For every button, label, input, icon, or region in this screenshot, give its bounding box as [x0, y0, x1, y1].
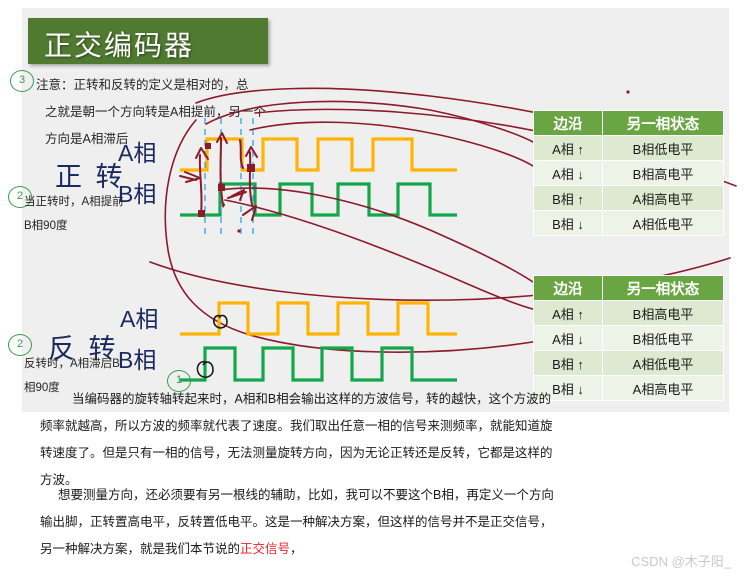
table-row: A相 ↓ B相高电平	[533, 160, 724, 186]
paragraph-1-line-3: 转速度了。但是只有一相的信号，无法测量旋转方向，因为无论正转还是反转，它都是这样…	[40, 446, 553, 460]
cell-state: A相高电平	[602, 185, 724, 211]
forward-desc-line-1: 当正转时，A相提前	[24, 196, 124, 208]
cell-edge: A相 ↑	[533, 300, 603, 326]
cell-state: B相低电平	[602, 325, 724, 351]
note-line-1: 注意：正转和反转的定义是相对的，总	[36, 78, 249, 92]
paragraph-2-line-2: 输出脚，正转置高电平，反转置低电平。这是一种解决方案，但这样的信号并不是正交信号…	[40, 515, 553, 529]
cell-edge: A相 ↑	[533, 135, 603, 161]
forward-phase-a-label: A相	[118, 140, 157, 166]
cell-state: B相低电平	[602, 135, 724, 161]
forward-desc-line-2: B相90度	[24, 220, 68, 232]
cell-edge: B相 ↑	[533, 185, 603, 211]
cell-edge: B相 ↓	[533, 210, 603, 236]
table-header-row: 边沿 另一相状态	[533, 275, 724, 301]
forward-edge-state-table: 边沿 另一相状态 A相 ↑ B相低电平 A相 ↓ B相高电平 B相 ↑ A相高电…	[533, 110, 724, 236]
slide-page: 正交编码器 3 2 2 1 注意：正转和反转的定义是相对的，总 之就是朝一个方向…	[0, 0, 747, 578]
reverse-edge-state-table: 边沿 另一相状态 A相 ↑ B相高电平 A相 ↓ B相低电平 B相 ↑ A相低电…	[533, 275, 724, 401]
slide-title: 正交编码器	[44, 30, 195, 61]
paragraph-2-line-3-tail: ，	[290, 542, 303, 556]
paragraph-1-line-2: 频率就越高，所以方波的频率就代表了速度。我们取出任意一相的信号来测频率，就能知道…	[40, 419, 553, 433]
table-row: B相 ↓ A相高电平	[533, 375, 724, 401]
reverse-phase-b-label: B相	[118, 347, 157, 373]
paragraph-2-line-1: 想要测量方向，还必须要有另一根线的辅助，比如，我可以不要这个B相，再定义一个方向	[58, 488, 554, 502]
cell-state: B相高电平	[602, 300, 724, 326]
cell-state: A相低电平	[602, 210, 724, 236]
table-header-other-phase: 另一相状态	[602, 110, 724, 136]
cell-edge: A相 ↓	[533, 325, 603, 351]
cell-edge: B相 ↑	[533, 350, 603, 376]
note-line-2: 之就是朝一个方向转是A相提前，另一个	[45, 105, 266, 119]
cell-state: B相高电平	[602, 160, 724, 186]
cell-state: A相高电平	[602, 375, 724, 401]
reverse-phase-a-label: A相	[120, 306, 159, 332]
paragraph-1-line-1: 当编码器的旋转轴转起来时，A相和B相会输出这样的方波信号，转的越快，这个方波的	[72, 392, 552, 406]
watermark: CSDN @木子阳_	[631, 554, 731, 569]
paragraph-2-line-3-text: 另一种解决方案，就是我们本节说的	[40, 542, 241, 556]
table-row: A相 ↑ B相低电平	[533, 135, 724, 161]
reverse-desc-line-2: 相90度	[24, 382, 60, 394]
cell-edge: A相 ↓	[533, 160, 603, 186]
table-row: B相 ↑ A相低电平	[533, 350, 724, 376]
table-row: B相 ↑ A相高电平	[533, 185, 724, 211]
cell-state: A相低电平	[602, 350, 724, 376]
paragraph-2-line-3: 另一种解决方案，就是我们本节说的正交信号，	[40, 535, 303, 563]
slide-title-banner: 正交编码器	[28, 18, 268, 64]
table-row: A相 ↓ B相低电平	[533, 325, 724, 351]
table-header-other-phase: 另一相状态	[602, 275, 724, 301]
marker-circle-3: 3	[10, 70, 34, 92]
forward-heading: 正 转	[55, 162, 126, 192]
note-line-3: 方向是A相滞后	[45, 132, 129, 146]
table-header-edge: 边沿	[533, 275, 603, 301]
reverse-desc-line-1: 反转时，A相滞后B	[24, 358, 120, 370]
table-row: B相 ↓ A相低电平	[533, 210, 724, 236]
quadrature-signal-highlight: 正交信号	[240, 542, 291, 556]
table-header-edge: 边沿	[533, 110, 603, 136]
table-header-row: 边沿 另一相状态	[533, 110, 724, 136]
table-row: A相 ↑ B相高电平	[533, 300, 724, 326]
